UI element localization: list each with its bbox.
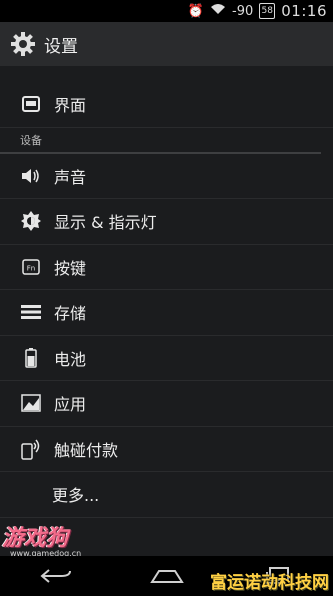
volume-icon bbox=[20, 165, 42, 187]
back-button[interactable] bbox=[36, 562, 76, 590]
settings-item-label: 界面 bbox=[54, 96, 87, 116]
page-title: 设置 bbox=[44, 36, 78, 57]
settings-item-label: 声音 bbox=[54, 167, 87, 187]
settings-item-tap-pay[interactable]: 触碰付款 bbox=[0, 427, 333, 472]
watermark-site-text: 富运诺动科技网 bbox=[210, 573, 329, 593]
gear-icon[interactable] bbox=[10, 31, 36, 57]
watermark-logo: 游戏狗 www.gamedog.cn bbox=[2, 520, 92, 560]
settings-item-more[interactable]: 更多... bbox=[0, 472, 333, 518]
settings-item-apps[interactable]: 应用 bbox=[0, 381, 333, 427]
settings-item-interface[interactable]: 界面 bbox=[0, 82, 333, 128]
fn-key-icon: Fn bbox=[20, 256, 42, 278]
settings-item-display[interactable]: 显示 & 指示灯 bbox=[0, 199, 333, 245]
watermark-logo-text: 游戏狗 bbox=[2, 526, 69, 551]
home-button[interactable] bbox=[147, 562, 187, 590]
settings-item-sound[interactable]: 声音 bbox=[0, 154, 333, 199]
tap-pay-icon bbox=[20, 438, 42, 460]
settings-item-label: 存储 bbox=[54, 304, 87, 324]
apps-icon bbox=[20, 392, 42, 414]
action-bar: 设置 bbox=[0, 22, 333, 66]
status-bar: ⏰ -90 58 01:16 bbox=[0, 0, 333, 22]
settings-list: 界面 设备 声音 显示 & 指示灯 Fn 按键 存储 电池 应用 触碰付款 更多… bbox=[0, 66, 333, 518]
settings-item-battery[interactable]: 电池 bbox=[0, 336, 333, 381]
interface-icon bbox=[20, 93, 42, 115]
signal-strength: -90 bbox=[232, 3, 254, 19]
settings-item-keys[interactable]: Fn 按键 bbox=[0, 245, 333, 290]
settings-item-label: 电池 bbox=[54, 349, 87, 369]
settings-item-label: 按键 bbox=[54, 258, 87, 278]
settings-item-label: 触碰付款 bbox=[54, 440, 119, 460]
status-time: 01:16 bbox=[281, 2, 327, 20]
wifi-icon bbox=[210, 3, 226, 19]
section-header-device: 设备 bbox=[0, 128, 321, 154]
settings-item-label: 应用 bbox=[54, 395, 87, 415]
settings-item-label: 更多... bbox=[52, 486, 100, 506]
settings-item-storage[interactable]: 存储 bbox=[0, 290, 333, 336]
settings-item-label: 显示 & 指示灯 bbox=[54, 213, 157, 233]
svg-text:Fn: Fn bbox=[27, 264, 35, 272]
storage-icon bbox=[20, 301, 42, 323]
battery-indicator: 58 bbox=[259, 3, 276, 19]
brightness-icon bbox=[20, 210, 42, 232]
alarm-icon: ⏰ bbox=[187, 3, 205, 19]
battery-icon bbox=[20, 347, 42, 369]
